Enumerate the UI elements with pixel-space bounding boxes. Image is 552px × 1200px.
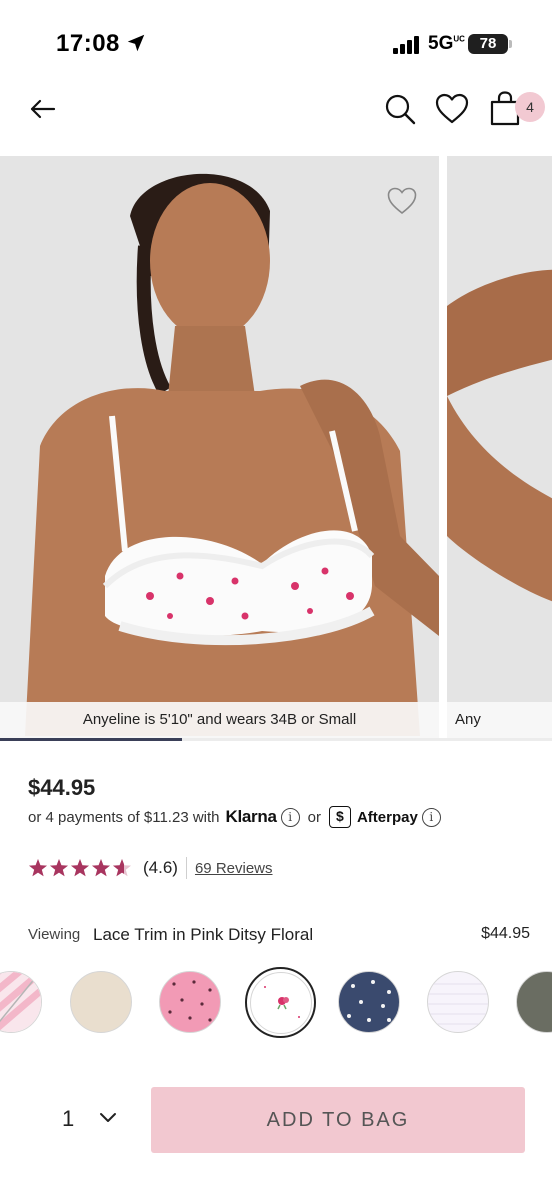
bag-count-badge[interactable]: 4 (515, 92, 545, 122)
search-icon[interactable] (383, 92, 417, 126)
top-nav: 4 (0, 80, 552, 140)
swatch-pink-white-stripe[interactable] (0, 971, 42, 1033)
viewing-label: Viewing (28, 926, 81, 943)
divider (185, 857, 187, 879)
installments-row: or 4 payments of $11.23 with Klarna i or… (28, 805, 528, 829)
gallery-progress-fill (0, 738, 183, 741)
model-photo (0, 156, 439, 738)
battery-level: 78 (468, 34, 508, 54)
chevron-down-icon[interactable] (98, 1111, 118, 1125)
product-image-next[interactable]: Any (447, 156, 552, 738)
afterpay-logo[interactable]: Afterpay (357, 809, 418, 826)
heart-icon[interactable] (434, 91, 470, 127)
star-icon (71, 859, 89, 877)
star-icon (113, 859, 131, 877)
status-time: 17:08 (56, 30, 120, 57)
info-icon[interactable]: i (280, 807, 300, 827)
swatch-pattern (347, 980, 391, 1022)
battery-tip (509, 40, 512, 48)
swatch-pattern (428, 983, 488, 1025)
swatch-oatmeal-heather[interactable] (70, 971, 132, 1033)
location-arrow-icon (127, 34, 145, 52)
network-type: 5GUC (428, 33, 465, 54)
star-rating-icon (29, 859, 131, 877)
rating-row: (4.6) 69 Reviews (28, 855, 273, 881)
variant-price: $44.95 (481, 925, 530, 942)
rating-value: (4.6) (143, 858, 178, 877)
swatch-pattern (168, 980, 212, 1022)
quantity-select[interactable]: 1 (62, 1106, 74, 1132)
or-text: or (307, 808, 321, 826)
afterpay-icon: $ (328, 806, 351, 828)
image-caption: Anyeline is 5'10" and wears 34B or Small (0, 702, 439, 738)
installments-text: or 4 payments of $11.23 with (28, 808, 220, 826)
swatch-pink-dot[interactable] (159, 971, 221, 1033)
variant-row: Viewing Lace Trim in Pink Ditsy Floral $… (28, 924, 530, 950)
swatch-pattern (0, 972, 41, 1032)
star-icon (92, 859, 110, 877)
klarna-logo[interactable]: Klarna (226, 807, 277, 827)
cellular-signal-icon (393, 36, 419, 54)
product-image-main[interactable]: Anyeline is 5'10" and wears 34B or Small (0, 156, 439, 738)
swatch-pink-ditsy-floral[interactable] (250, 972, 312, 1034)
image-caption-next: Any (447, 702, 552, 738)
arrow-left-icon[interactable] (26, 92, 60, 126)
status-bar: 17:08 5GUC 78 (0, 0, 552, 90)
star-icon (29, 859, 47, 877)
info-icon[interactable]: i (421, 807, 441, 827)
swatch-navy-dot[interactable] (338, 971, 400, 1033)
variant-name: Lace Trim in Pink Ditsy Floral (93, 925, 314, 944)
product-price: $44.95 (28, 775, 96, 800)
reviews-link[interactable]: 69 Reviews (195, 860, 273, 877)
swatch-white-texture[interactable] (427, 971, 489, 1033)
model-photo-next (447, 156, 552, 738)
product-image-gallery[interactable]: Anyeline is 5'10" and wears 34B or Small… (0, 156, 552, 738)
gallery-progress (0, 738, 552, 741)
heart-outline-icon[interactable] (385, 184, 419, 218)
star-icon (50, 859, 68, 877)
swatch-pattern (264, 986, 300, 1018)
add-to-bag-button[interactable]: ADD TO BAG (151, 1087, 525, 1153)
swatch-olive-grey[interactable] (516, 971, 552, 1033)
